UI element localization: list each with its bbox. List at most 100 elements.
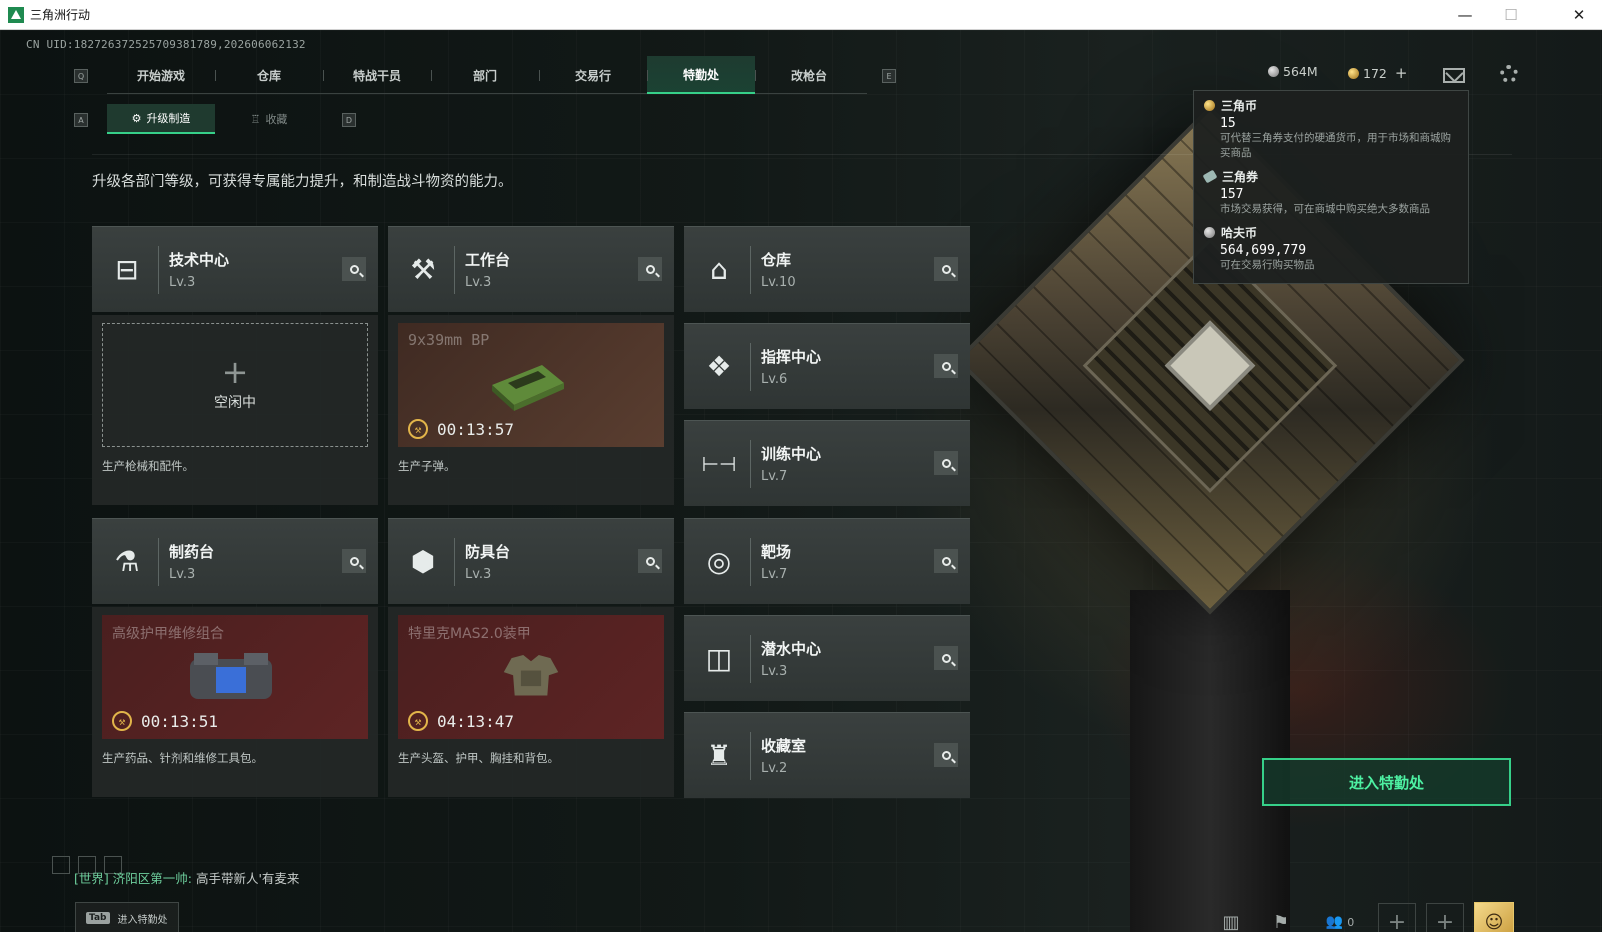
station-name: 指挥中心 bbox=[761, 348, 822, 366]
timer-value: 00:13:57 bbox=[437, 419, 515, 439]
slot-description: 生产头盔、护甲、胸挂和背包。 bbox=[398, 751, 559, 765]
currency-tooltip: 三角币 15 可代替三角券支付的硬通货币，用于市场和商城购买商品 三角券 157… bbox=[1193, 90, 1469, 284]
subtab-collection[interactable]: ♖ 收藏 bbox=[215, 104, 323, 134]
station-card-tech-center[interactable]: ⊟ 技术中心 Lv.3 bbox=[92, 226, 378, 312]
friends-button[interactable]: 👥 0 bbox=[1312, 903, 1368, 932]
station-card-command-center[interactable]: ❖ 指挥中心 Lv.6 bbox=[684, 323, 970, 409]
stats-chart-icon[interactable]: ▥ bbox=[1212, 903, 1250, 932]
card-divider bbox=[750, 634, 751, 683]
minimize-icon[interactable]: — bbox=[1442, 0, 1488, 30]
wrench-timer-icon: ⚒ bbox=[112, 711, 132, 731]
subnav-right-key-hint: D bbox=[342, 113, 356, 127]
tab-shortcut-hint[interactable]: Tab 进入特勤处 bbox=[75, 902, 179, 932]
production-slot-workbench[interactable]: 9x39mm BP ⚒ 00:13:57 生产子弹。 bbox=[388, 315, 674, 505]
craft-timer: ⚒ 04:13:47 bbox=[408, 711, 514, 731]
world-chat-line[interactable]: [世界] 济阳区第一帅: 高手带新人'有麦来 bbox=[74, 868, 299, 887]
close-icon[interactable]: ✕ bbox=[1556, 0, 1602, 30]
tab-gunsmith[interactable]: 改枪台 bbox=[755, 56, 863, 94]
mail-icon[interactable] bbox=[1443, 68, 1465, 83]
inspect-button[interactable] bbox=[934, 451, 958, 475]
production-slot-armor[interactable]: 特里克MAS2.0装甲 ⚒ 04:13:47 生产头盔、护甲、胸挂和背包。 bbox=[388, 607, 674, 797]
ammo-box-icon bbox=[492, 365, 564, 411]
bottom-toolbar: ▥ ⚑ 👥 0 + + ☺ bbox=[1212, 902, 1514, 932]
inspect-button[interactable] bbox=[638, 549, 662, 573]
search-icon bbox=[349, 264, 359, 274]
item-frame[interactable]: 9x39mm BP ⚒ 00:13:57 bbox=[398, 323, 664, 447]
hafu-short-value: 564M bbox=[1283, 64, 1318, 79]
flag-icon[interactable]: ⚑ bbox=[1262, 903, 1300, 932]
inspect-button[interactable] bbox=[934, 743, 958, 767]
silver-coin-icon bbox=[1204, 227, 1215, 238]
currency-desc: 可代替三角券支付的硬通货币，用于市场和商城购买商品 bbox=[1220, 132, 1451, 159]
settings-gear-icon[interactable] bbox=[1500, 65, 1518, 83]
station-name: 训练中心 bbox=[761, 445, 822, 463]
station-level: Lv.3 bbox=[169, 275, 196, 290]
idle-label: 空闲中 bbox=[214, 395, 256, 411]
card-divider bbox=[750, 439, 751, 488]
hafu-balance[interactable]: 564M bbox=[1268, 64, 1318, 79]
add-currency-button[interactable]: + bbox=[1395, 64, 1408, 82]
inspect-button[interactable] bbox=[342, 549, 366, 573]
search-icon bbox=[941, 750, 951, 760]
station-level: Lv.3 bbox=[761, 664, 788, 679]
add-party-slot-button[interactable]: + bbox=[1426, 903, 1464, 932]
warehouse-icon: ⌂ bbox=[710, 253, 728, 286]
sub-nav: ⚙ 升级制造 ♖ 收藏 bbox=[107, 104, 323, 134]
item-name: 高级护甲维修组合 bbox=[112, 626, 224, 642]
enter-special-ops-button[interactable]: 进入特勤处 bbox=[1262, 758, 1511, 806]
tab-trade-market[interactable]: 交易行 bbox=[539, 56, 647, 94]
station-card-shooting-range[interactable]: ◎ 靶场 Lv.7 bbox=[684, 518, 970, 604]
subtab-upgrade-craft[interactable]: ⚙ 升级制造 bbox=[107, 104, 215, 134]
craft-icon: ⚙ bbox=[131, 111, 142, 125]
inspect-button[interactable] bbox=[934, 354, 958, 378]
maximize-icon[interactable]: ☐ bbox=[1488, 0, 1534, 30]
slot-description: 生产药品、针剂和维修工具包。 bbox=[102, 751, 263, 765]
slot-description: 生产枪械和配件。 bbox=[102, 459, 194, 473]
inspect-button[interactable] bbox=[638, 257, 662, 281]
production-slot-tech-center[interactable]: + 空闲中 生产枪械和配件。 bbox=[92, 315, 378, 505]
player-avatar[interactable]: ☺ bbox=[1474, 902, 1514, 932]
quick-slot[interactable] bbox=[52, 856, 70, 874]
station-card-diving-center[interactable]: ◫ 潜水中心 Lv.3 bbox=[684, 615, 970, 701]
station-card-armor[interactable]: ⬢ 防具台 Lv.3 bbox=[388, 518, 674, 604]
window-titlebar: 三角洲行动 — ☐ ✕ bbox=[0, 0, 1602, 30]
craft-timer: ⚒ 00:13:51 bbox=[112, 711, 218, 731]
search-icon bbox=[349, 556, 359, 566]
tab-start-game[interactable]: 开始游戏 bbox=[107, 56, 215, 94]
production-slot-pharmacy[interactable]: 高级护甲维修组合 ⚒ 00:13:51 生产药品、针剂和维修工具包。 bbox=[92, 607, 378, 797]
coin-balance[interactable]: 172 + bbox=[1348, 64, 1407, 82]
tab-departments[interactable]: 部门 bbox=[431, 56, 539, 94]
tab-storage[interactable]: 仓库 bbox=[215, 56, 323, 94]
station-card-pharmacy[interactable]: ⚗ 制药台 Lv.3 bbox=[92, 518, 378, 604]
station-name: 技术中心 bbox=[169, 251, 230, 269]
chat-player[interactable]: 济阳区第一帅: bbox=[113, 871, 192, 886]
inspect-button[interactable] bbox=[934, 257, 958, 281]
tab-operators[interactable]: 特战干员 bbox=[323, 56, 431, 94]
currency-desc: 市场交易获得，可在商城中购买绝大多数商品 bbox=[1220, 203, 1430, 215]
repair-kit-bag-icon bbox=[190, 653, 272, 699]
subtab-label: 收藏 bbox=[265, 113, 288, 126]
item-frame[interactable]: 特里克MAS2.0装甲 ⚒ 04:13:47 bbox=[398, 615, 664, 739]
trophy-icon: ♖ bbox=[250, 112, 261, 126]
craft-timer: ⚒ 00:13:57 bbox=[408, 419, 514, 439]
item-name: 9x39mm BP bbox=[408, 331, 490, 349]
station-name: 收藏室 bbox=[761, 737, 807, 755]
tab-special-ops-office[interactable]: 特勤处 bbox=[647, 56, 755, 94]
item-frame[interactable]: 高级护甲维修组合 ⚒ 00:13:51 bbox=[102, 615, 368, 739]
station-name: 靶场 bbox=[761, 543, 792, 561]
add-party-slot-button[interactable]: + bbox=[1378, 903, 1416, 932]
intro-text: 升级各部门等级，可获得专属能力提升，和制造战斗物资的能力。 bbox=[92, 174, 513, 190]
station-card-storage[interactable]: ⌂ 仓库 Lv.10 bbox=[684, 226, 970, 312]
inspect-button[interactable] bbox=[934, 646, 958, 670]
currency-name: 哈夫币 bbox=[1221, 226, 1258, 240]
card-divider bbox=[158, 245, 159, 294]
station-card-collection-room[interactable]: ♜ 收藏室 Lv.2 bbox=[684, 712, 970, 798]
card-divider bbox=[750, 342, 751, 391]
station-level: Lv.2 bbox=[761, 761, 788, 776]
empty-slot-frame[interactable]: + 空闲中 bbox=[102, 323, 368, 447]
inspect-button[interactable] bbox=[934, 549, 958, 573]
currency-value: 564,699,779 bbox=[1220, 243, 1307, 258]
inspect-button[interactable] bbox=[342, 257, 366, 281]
station-card-training-center[interactable]: ⊢⊣ 训练中心 Lv.7 bbox=[684, 420, 970, 506]
station-card-workbench[interactable]: ⚒ 工作台 Lv.3 bbox=[388, 226, 674, 312]
